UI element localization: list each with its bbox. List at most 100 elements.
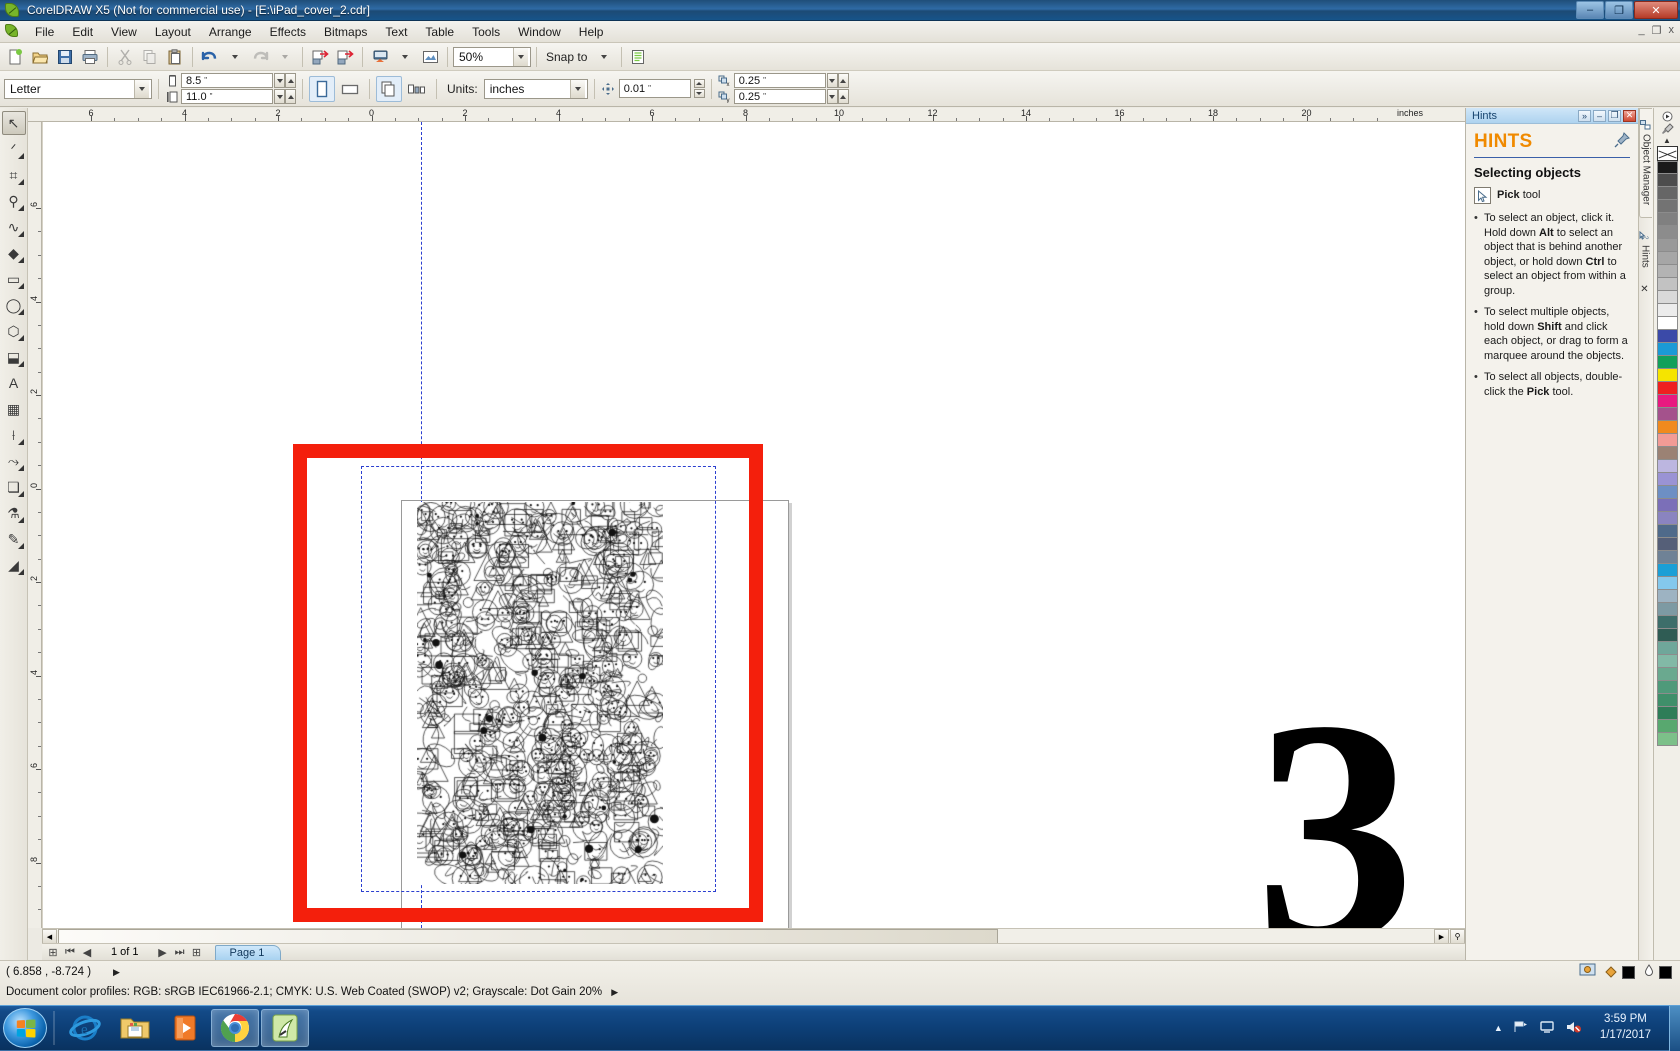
- color-swatch[interactable]: [1656, 590, 1678, 603]
- close-button[interactable]: ✕: [1634, 1, 1678, 19]
- color-swatch[interactable]: [1656, 330, 1678, 343]
- color-swatch[interactable]: [1656, 564, 1678, 577]
- color-swatch[interactable]: [1656, 694, 1678, 707]
- minimize-button[interactable]: –: [1576, 1, 1604, 19]
- color-swatch[interactable]: [1656, 707, 1678, 720]
- duplicate-x-spinner[interactable]: [826, 73, 849, 88]
- docker-maximize-button[interactable]: ❐: [1608, 109, 1621, 122]
- docker-expand-button[interactable]: »: [1578, 109, 1591, 122]
- color-swatch[interactable]: [1656, 174, 1678, 187]
- color-swatch[interactable]: [1656, 343, 1678, 356]
- undo-dropdown-icon[interactable]: [223, 45, 247, 69]
- volume-muted-icon[interactable]: [1565, 1020, 1582, 1037]
- freehand-tool[interactable]: ∿: [2, 215, 26, 239]
- landscape-orientation-button[interactable]: [337, 76, 363, 102]
- eyedropper-tool[interactable]: ⚗: [2, 501, 26, 525]
- color-swatch[interactable]: [1656, 525, 1678, 538]
- show-desktop-button[interactable]: [1669, 1005, 1680, 1051]
- menu-item-arrange[interactable]: Arrange: [200, 22, 261, 42]
- color-swatch[interactable]: [1656, 382, 1678, 395]
- page-height-spinner[interactable]: [274, 89, 296, 104]
- display-icon[interactable]: [1539, 1020, 1555, 1037]
- menu-item-help[interactable]: Help: [570, 22, 613, 42]
- duplicate-x-down[interactable]: [826, 73, 838, 88]
- launcher-dropdown-icon[interactable]: [393, 45, 417, 69]
- dimension-tool[interactable]: ⟊: [2, 423, 26, 447]
- smart-fill-tool[interactable]: ◆: [2, 241, 26, 265]
- paper-type-combo[interactable]: Letter: [4, 78, 152, 99]
- rectangle-tool[interactable]: ▭: [2, 267, 26, 291]
- none-color-swatch[interactable]: [1656, 146, 1678, 161]
- color-swatch[interactable]: [1656, 239, 1678, 252]
- fill-tool[interactable]: ◢: [2, 553, 26, 577]
- color-swatch[interactable]: [1656, 720, 1678, 733]
- options-icon[interactable]: [627, 45, 651, 69]
- menu-item-text[interactable]: Text: [376, 22, 416, 42]
- save-document-icon[interactable]: [53, 45, 77, 69]
- ellipse-tool[interactable]: ◯: [2, 293, 26, 317]
- nudge-offset-spinner[interactable]: [693, 79, 705, 98]
- import-icon[interactable]: [308, 45, 332, 69]
- pin-icon[interactable]: [1614, 131, 1630, 153]
- color-swatch[interactable]: [1656, 304, 1678, 317]
- palette-options-icon[interactable]: [1660, 110, 1675, 122]
- menu-item-view[interactable]: View: [102, 22, 146, 42]
- outline-tool[interactable]: ✎: [2, 527, 26, 551]
- color-swatch[interactable]: [1656, 460, 1678, 473]
- snap-to-dropdown-icon[interactable]: [592, 45, 616, 69]
- color-swatch[interactable]: [1656, 733, 1678, 746]
- mdi-restore-button[interactable]: ❐: [1652, 24, 1662, 37]
- color-swatch[interactable]: [1656, 681, 1678, 694]
- menu-item-file[interactable]: File: [26, 22, 63, 42]
- cut-icon[interactable]: [113, 45, 137, 69]
- blend-tool[interactable]: ❏: [2, 475, 26, 499]
- horizontal-scroll-thumb[interactable]: [58, 929, 998, 944]
- doodle-artwork[interactable]: [417, 502, 663, 884]
- pick-tool[interactable]: ↖: [1, 111, 26, 135]
- color-swatch[interactable]: [1656, 200, 1678, 213]
- paper-type-dropdown-icon[interactable]: [134, 79, 149, 98]
- color-swatch[interactable]: [1656, 499, 1678, 512]
- color-swatch[interactable]: [1656, 265, 1678, 278]
- open-document-icon[interactable]: [28, 45, 52, 69]
- color-swatch[interactable]: [1656, 447, 1678, 460]
- color-swatch[interactable]: [1656, 551, 1678, 564]
- fill-color-indicator[interactable]: [1604, 964, 1635, 981]
- text-tool[interactable]: A: [2, 371, 26, 395]
- palette-scroll-up-button[interactable]: ▲: [1660, 134, 1675, 146]
- color-swatch[interactable]: [1656, 213, 1678, 226]
- zoom-level-combo[interactable]: 50%: [453, 46, 531, 67]
- color-swatch[interactable]: [1656, 642, 1678, 655]
- polygon-tool[interactable]: ⬡: [2, 319, 26, 343]
- page-width-input[interactable]: 8.5 ": [181, 73, 273, 88]
- taskbar-coreldraw-x5[interactable]: [261, 1009, 309, 1047]
- color-swatch[interactable]: [1656, 512, 1678, 525]
- color-swatch[interactable]: [1656, 538, 1678, 551]
- mdi-close-button[interactable]: x: [1669, 24, 1675, 37]
- units-dropdown-icon[interactable]: [569, 79, 585, 98]
- previous-page-button[interactable]: ◀: [80, 945, 94, 959]
- add-page-before-button[interactable]: ⊞: [46, 945, 60, 959]
- new-document-icon[interactable]: [3, 45, 27, 69]
- redo-icon[interactable]: [248, 45, 272, 69]
- color-swatch[interactable]: [1656, 668, 1678, 681]
- menu-item-edit[interactable]: Edit: [63, 22, 102, 42]
- scroll-left-button[interactable]: ◀: [42, 929, 57, 944]
- color-swatch[interactable]: [1656, 226, 1678, 239]
- duplicate-x-up[interactable]: [837, 73, 849, 88]
- zoom-to-fit-button[interactable]: ⚲: [1450, 929, 1465, 944]
- show-hidden-icons-button[interactable]: ▲: [1494, 1023, 1503, 1033]
- taskbar-google-chrome[interactable]: [211, 1009, 259, 1047]
- profiles-expand-icon[interactable]: ▶: [611, 987, 618, 997]
- duplicate-y-up[interactable]: [837, 89, 849, 104]
- fill-color-swatch[interactable]: [1622, 965, 1635, 979]
- menu-item-bitmaps[interactable]: Bitmaps: [315, 22, 376, 42]
- redo-dropdown-icon[interactable]: [273, 45, 297, 69]
- color-swatch[interactable]: [1656, 473, 1678, 486]
- application-launcher-icon[interactable]: [368, 45, 392, 69]
- snap-to-label[interactable]: Snap to: [542, 50, 591, 64]
- drawing-canvas[interactable]: 3: [42, 122, 1465, 928]
- scroll-right-button[interactable]: ▶: [1434, 929, 1449, 944]
- print-document-icon[interactable]: [78, 45, 102, 69]
- nudge-offset-input[interactable]: 0.01 ": [618, 79, 691, 98]
